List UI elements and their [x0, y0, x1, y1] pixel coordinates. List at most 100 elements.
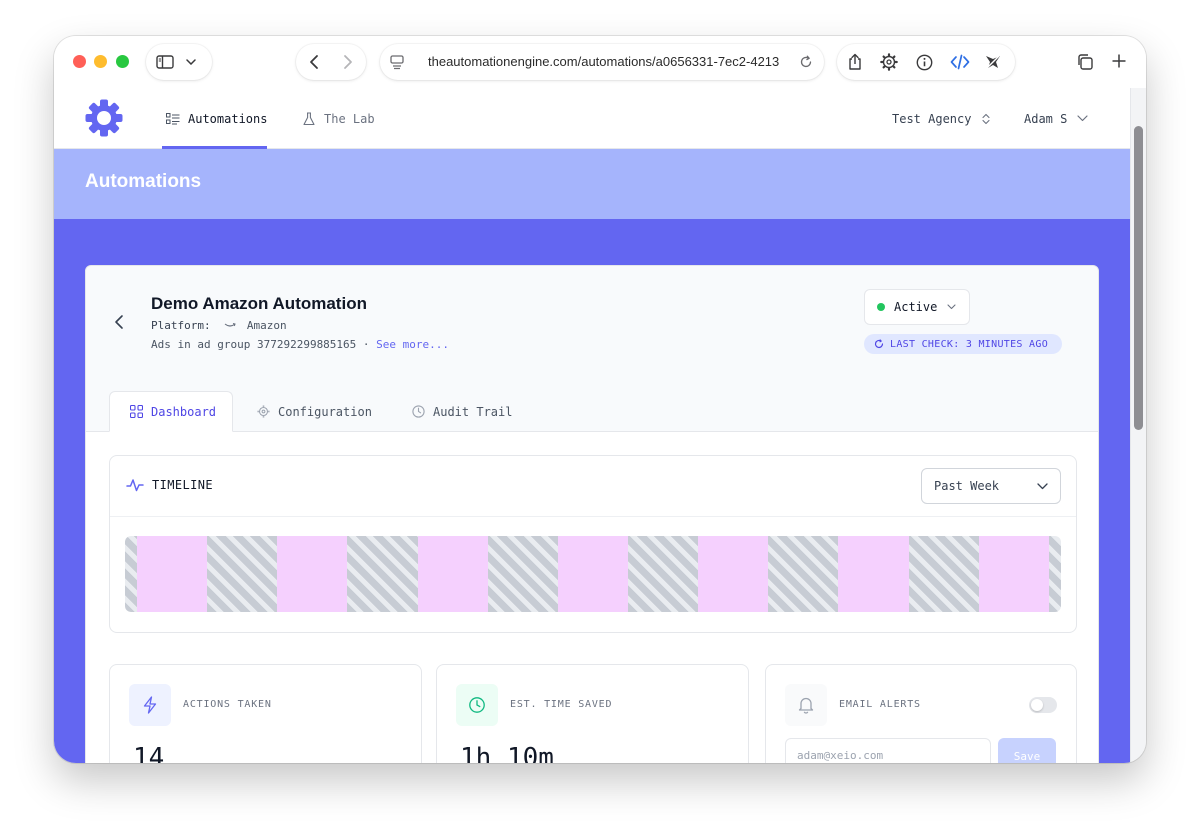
- tab-overview-icon[interactable]: [1076, 53, 1094, 71]
- timeline-title: TIMELINE: [152, 478, 213, 492]
- clock-icon: [456, 684, 498, 726]
- actions-taken-card: ACTIONS TAKEN 14: [109, 664, 422, 763]
- platform-value: Amazon: [246, 319, 287, 332]
- share-icon[interactable]: [847, 53, 863, 71]
- timeline-segment-empty: [768, 536, 839, 612]
- ad-group-text: Ads in ad group 377292299885165 ·: [151, 338, 370, 351]
- minimize-window-button[interactable]: [94, 55, 107, 68]
- clock-icon: [412, 405, 425, 418]
- timeline-segment-empty: [125, 536, 137, 612]
- address-bar[interactable]: theautomationengine.com/automations/a065…: [380, 44, 824, 80]
- page-title: Automations: [85, 171, 202, 192]
- last-check-text: LAST CHECK: 3 MINUTES AGO: [890, 338, 1049, 350]
- tab-label: Audit Trail: [433, 404, 513, 419]
- agency-switcher[interactable]: Test Agency: [892, 88, 991, 149]
- info-icon[interactable]: [916, 54, 933, 71]
- email-alerts-toggle[interactable]: [1029, 697, 1057, 713]
- reload-icon[interactable]: [799, 55, 813, 69]
- back-icon[interactable]: [309, 54, 319, 70]
- bell-icon: [785, 684, 827, 726]
- activity-icon: [126, 478, 144, 497]
- timeline-segment-active: [137, 536, 208, 612]
- nav-item-automations[interactable]: Automations: [166, 88, 267, 149]
- browser-window: theautomationengine.com/automations/a065…: [54, 36, 1146, 763]
- user-name: Adam S: [1024, 111, 1068, 126]
- email-alerts-card: EMAIL ALERTS adam@xeio.com Save: [765, 664, 1077, 763]
- list-icon: [166, 112, 180, 125]
- zoom-window-button[interactable]: [116, 55, 129, 68]
- forward-icon[interactable]: [343, 54, 353, 70]
- timeline-segment-active: [698, 536, 769, 612]
- chevron-updown-icon: [982, 113, 991, 125]
- toggle-knob: [1031, 699, 1043, 711]
- flask-icon: [303, 111, 315, 126]
- scrollbar-thumb[interactable]: [1134, 126, 1143, 430]
- timeline-segment-empty: [627, 536, 699, 612]
- timeline-segment-active: [557, 536, 628, 612]
- user-menu[interactable]: Adam S: [1024, 88, 1088, 149]
- sidebar-icon[interactable]: [156, 55, 174, 69]
- platform-label: Platform:: [151, 319, 211, 332]
- app-header: Automations The Lab Test Agency Adam S: [54, 88, 1130, 149]
- tab-audit-trail[interactable]: Audit Trail: [412, 391, 512, 432]
- tab-dashboard[interactable]: Dashboard: [109, 391, 233, 432]
- timeline-segment-active: [417, 536, 488, 612]
- dashboard-panel: TIMELINE Past Week ACTIONS TAKEN 14 EST.…: [86, 432, 1098, 763]
- nav-item-label: Automations: [188, 111, 268, 126]
- gear-icon: [257, 405, 270, 418]
- page-settings-icon[interactable]: [389, 54, 405, 70]
- nav-item-label: The Lab: [324, 111, 375, 126]
- timeline-panel: TIMELINE Past Week: [109, 455, 1077, 633]
- back-arrow-icon[interactable]: [114, 314, 124, 335]
- lightning-icon: [129, 684, 171, 726]
- timeline-segment-empty: [207, 536, 278, 612]
- stat-label: EMAIL ALERTS: [839, 699, 921, 710]
- email-input[interactable]: adam@xeio.com: [785, 738, 991, 763]
- stat-label: ACTIONS TAKEN: [183, 699, 272, 710]
- extension-icon[interactable]: [984, 53, 1002, 71]
- save-button[interactable]: Save: [998, 738, 1056, 763]
- url-text[interactable]: theautomationengine.com/automations/a065…: [428, 44, 788, 80]
- ad-group-line: Ads in ad group 377292299885165 · See mo…: [151, 338, 449, 351]
- stat-value: 14: [133, 743, 165, 763]
- new-tab-icon[interactable]: [1111, 53, 1127, 69]
- last-check-badge: LAST CHECK: 3 MINUTES AGO: [864, 334, 1062, 354]
- timeline-segment-empty: [1048, 536, 1061, 612]
- app-logo-icon[interactable]: [85, 99, 123, 142]
- timeline-segment-empty: [487, 536, 558, 612]
- timeline-segment-active: [838, 536, 909, 612]
- timeline-segment-active: [277, 536, 348, 612]
- automation-card: Demo Amazon Automation Platform: Amazon …: [85, 265, 1099, 763]
- agency-name: Test Agency: [892, 111, 972, 126]
- timeline-range-value: Past Week: [934, 479, 1000, 493]
- see-more-link[interactable]: See more...: [376, 338, 449, 351]
- tab-configuration[interactable]: Configuration: [257, 391, 372, 432]
- timeline-segment-empty: [908, 536, 979, 612]
- timeline-range-select[interactable]: Past Week: [921, 468, 1061, 504]
- grid-icon: [130, 405, 143, 418]
- page-scrollbar[interactable]: [1130, 88, 1146, 763]
- browser-toolbar: theautomationengine.com/automations/a065…: [54, 36, 1146, 88]
- timeline-bar: [125, 536, 1061, 612]
- page-banner: Automations: [54, 149, 1130, 219]
- status-dropdown[interactable]: Active: [864, 289, 970, 325]
- amazon-icon: [224, 319, 236, 332]
- tab-label: Configuration: [278, 404, 372, 419]
- sidebar-toggle-group: [146, 44, 212, 80]
- timeline-divider: [110, 516, 1076, 517]
- toolbar-actions-group: [837, 44, 1015, 80]
- timeline-segment-empty: [347, 536, 418, 612]
- close-window-button[interactable]: [73, 55, 86, 68]
- nav-item-the-lab[interactable]: The Lab: [303, 88, 375, 149]
- tab-label: Dashboard: [151, 404, 217, 419]
- page-content: Automations The Lab Test Agency Adam S A…: [54, 88, 1130, 763]
- stat-label: EST. TIME SAVED: [510, 699, 613, 710]
- stat-value: 1h 10m: [460, 743, 554, 763]
- timeline-segment-active: [978, 536, 1049, 612]
- chevron-down-icon[interactable]: [186, 59, 196, 65]
- gear-icon[interactable]: [880, 53, 898, 71]
- history-nav-group: [296, 44, 366, 80]
- status-label: Active: [894, 300, 938, 314]
- time-saved-card: EST. TIME SAVED 1h 10m: [436, 664, 749, 763]
- code-icon[interactable]: [950, 54, 970, 70]
